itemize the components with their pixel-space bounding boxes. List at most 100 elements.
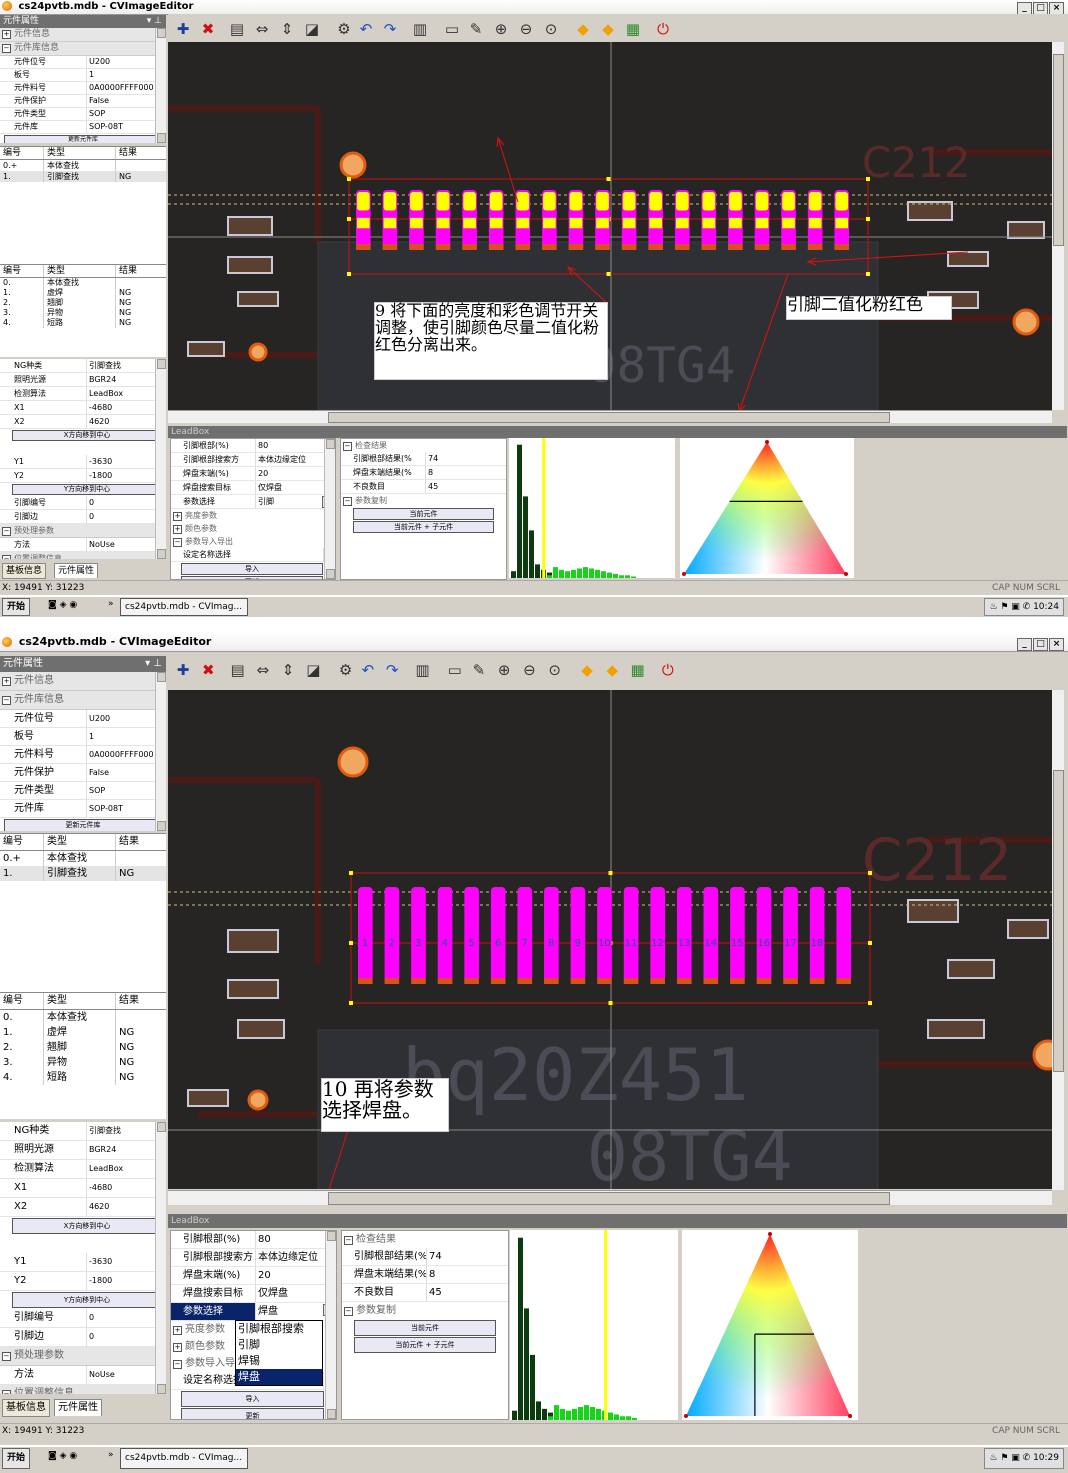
param-value[interactable]: 20	[256, 1267, 336, 1284]
resize-handle[interactable]	[347, 272, 351, 276]
open-icon[interactable]: ✎	[466, 19, 486, 39]
dropdown-option-selected[interactable]: 焊盘	[236, 1369, 322, 1385]
ng-props-scrollbar[interactable]	[155, 1122, 166, 1394]
tab-board-info[interactable]: 基板信息	[2, 1399, 50, 1417]
table-row[interactable]: 0.+ 本体查找	[0, 851, 166, 866]
undo-icon[interactable]: ↶	[358, 660, 378, 680]
add-icon[interactable]: ✚	[173, 19, 193, 39]
fit-width-icon[interactable]: ⇔	[252, 19, 272, 39]
pin-icon[interactable]: ▾ ⊥	[147, 15, 162, 28]
table-row[interactable]: 1. 虚焊 NG	[0, 288, 166, 298]
prop-row[interactable]: 板号 1	[0, 69, 166, 82]
more-arrows[interactable]: »	[108, 599, 114, 609]
maximize-button[interactable]: □	[1033, 638, 1048, 651]
pcb-image[interactable]: Z45108TG4C212	[168, 42, 1052, 410]
pin-icon[interactable]: ▾ ⊥	[145, 656, 162, 672]
param-row[interactable]: 设定名称选择	[171, 548, 335, 562]
prop-row[interactable]: 元件库 SOP-08T	[0, 121, 166, 134]
color-triangle[interactable]	[682, 1230, 858, 1420]
params-scrollbar[interactable]	[324, 439, 335, 579]
table-row[interactable]: 0. 本体查找	[0, 278, 166, 288]
section-results[interactable]: − 检查结果	[341, 439, 506, 452]
table-row[interactable]: 4. 短路 NG	[0, 318, 166, 328]
resize-handle[interactable]	[866, 217, 870, 221]
prop-row[interactable]: X1 -4680	[0, 1179, 166, 1198]
prop-row[interactable]: NG种类 引脚查找	[0, 1122, 166, 1141]
prop-row[interactable]: X1 -4680	[0, 401, 166, 415]
expand-icon[interactable]: +	[173, 512, 182, 521]
tab-component-props[interactable]: 元件属性	[54, 1399, 102, 1416]
section-results[interactable]: − 检查结果	[342, 1231, 508, 1248]
tab-board-info[interactable]: 基板信息	[2, 563, 47, 579]
vertex-handle[interactable]	[684, 1414, 688, 1418]
table-row[interactable]: 2. 翘脚 NG	[0, 298, 166, 308]
export-icon[interactable]: ▥	[412, 660, 432, 680]
collapse-icon[interactable]: −	[343, 442, 352, 451]
section-component-info[interactable]: + 元件信息	[0, 672, 166, 691]
table-row[interactable]: 4. 短路 NG	[0, 1070, 166, 1085]
prop-row[interactable]: 引脚边 0	[0, 1328, 166, 1347]
copy-current-button[interactable]: 当前元件	[353, 508, 494, 520]
import-button[interactable]: 导入	[181, 1391, 324, 1407]
tray-icons[interactable]: ♨ ⚑ ▣ ✆	[989, 1453, 1033, 1463]
prop-row[interactable]: 板号 1	[0, 728, 166, 746]
expand-icon[interactable]: −	[173, 1360, 182, 1369]
zoom-out-icon[interactable]: ⊖	[519, 660, 539, 680]
resize-handle[interactable]	[608, 1001, 613, 1005]
section-brightness[interactable]: + 亮度参数	[171, 509, 335, 522]
settings-icon[interactable]: ⚙	[336, 660, 356, 680]
vertex-handle[interactable]	[682, 572, 686, 576]
zoom-window-icon[interactable]: ◪	[303, 660, 323, 680]
prop-row[interactable]: 照明光源 BGR24	[0, 1141, 166, 1160]
update-library-button[interactable]: 更新元件库	[4, 819, 162, 831]
resize-handle[interactable]	[868, 1001, 872, 1005]
collapse-icon[interactable]: −	[2, 44, 11, 53]
minimize-button[interactable]: _	[1017, 638, 1032, 651]
resize-handle[interactable]	[349, 1001, 353, 1005]
export-icon[interactable]: ▥	[410, 19, 430, 39]
prop-row[interactable]: 引脚编号 0	[0, 496, 166, 510]
copy-current-sub-button[interactable]: 当前元件 + 子元件	[354, 1337, 496, 1353]
copy-current-button[interactable]: 当前元件	[354, 1320, 496, 1336]
collapse-icon[interactable]: −	[344, 1307, 353, 1316]
undo-icon[interactable]: ↶	[356, 19, 376, 39]
scroll-thumb[interactable]	[328, 412, 890, 423]
resize-handle[interactable]	[347, 177, 351, 181]
close-button[interactable]: ×	[1049, 638, 1064, 651]
resize-handle[interactable]	[608, 871, 613, 875]
prop-row[interactable]: 元件料号 0A0000FFFF000	[0, 746, 166, 764]
param-row[interactable]: 焊盘末端(%) 20	[171, 467, 335, 481]
zoom-window-icon[interactable]: ◪	[302, 19, 322, 39]
quicklaunch-icons[interactable]: ◙ ◈ ◉	[48, 600, 77, 610]
library-icon[interactable]: ▦	[623, 19, 643, 39]
fit-height-icon[interactable]: ⇕	[278, 660, 298, 680]
resize-handle[interactable]	[868, 941, 872, 945]
prop-row[interactable]: 元件保护 False	[0, 764, 166, 782]
section-preprocess[interactable]: − 预处理参数	[0, 524, 166, 538]
prop-row[interactable]: NG种类 引脚查找	[0, 359, 166, 373]
resize-handle[interactable]	[347, 217, 351, 221]
power-icon[interactable]: ⏻	[658, 660, 678, 680]
prop-row[interactable]: X2 4620	[0, 415, 166, 429]
start-button[interactable]: 开始	[2, 598, 31, 616]
scroll-thumb[interactable]	[1053, 54, 1064, 246]
table-row[interactable]: 0. 本体查找	[0, 1010, 166, 1025]
prop-row[interactable]: 元件类型 SOP	[0, 108, 166, 121]
vertex-handle[interactable]	[844, 572, 848, 576]
param-row[interactable]: 焊盘搜索目标 仅焊盘	[171, 1285, 336, 1303]
collapse-icon[interactable]: −	[2, 555, 11, 559]
resize-handle[interactable]	[349, 941, 353, 945]
settings-icon[interactable]: ⚙	[334, 19, 354, 39]
collapse-icon[interactable]: −	[344, 1236, 353, 1245]
expand-icon[interactable]: +	[173, 1343, 182, 1352]
prop-row[interactable]: 检测算法 LeadBox	[0, 387, 166, 401]
book-icon[interactable]: ▤	[227, 19, 247, 39]
param-row[interactable]: 焊盘末端(%) 20	[171, 1267, 336, 1285]
horizontal-scrollbar[interactable]	[168, 410, 1052, 423]
expand-icon[interactable]: +	[2, 30, 11, 39]
update-button[interactable]: 更新	[181, 1408, 324, 1419]
vertex-handle[interactable]	[768, 1232, 772, 1236]
param-value[interactable]: 80	[256, 1231, 336, 1248]
quicklaunch-icons[interactable]: ◙ ◈ ◉	[48, 1451, 77, 1461]
redo-icon[interactable]: ↷	[382, 660, 402, 680]
